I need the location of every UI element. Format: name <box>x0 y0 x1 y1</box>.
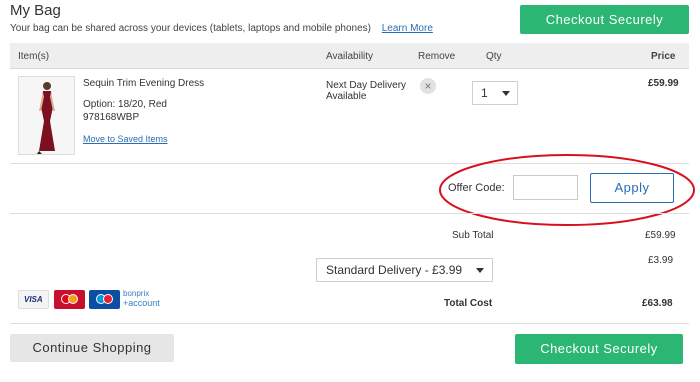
checkout-button-top[interactable]: Checkout Securely <box>520 5 689 34</box>
divider <box>10 323 689 324</box>
move-to-saved-link[interactable]: Move to Saved Items <box>83 134 168 144</box>
divider <box>10 163 689 164</box>
maestro-card-icon <box>89 290 120 309</box>
visa-label: VISA <box>24 295 43 304</box>
divider <box>10 213 689 214</box>
bonprix-account-logo: bonprix +account <box>123 289 173 309</box>
header-availability: Availability <box>326 51 374 62</box>
delivery-cost: £3.99 <box>648 255 674 266</box>
availability-line1: Next Day Delivery <box>326 80 407 91</box>
delivery-option-value: Standard Delivery - £3.99 <box>326 263 463 277</box>
header-qty: Qty <box>486 51 502 62</box>
checkout-button-bottom[interactable]: Checkout Securely <box>515 334 683 364</box>
chevron-down-icon <box>502 91 510 96</box>
remove-item-button[interactable]: × <box>420 78 436 94</box>
total-cost-value: £63.98 <box>642 298 673 309</box>
page-title: My Bag <box>10 2 61 19</box>
subtotal-label: Sub Total <box>452 230 494 241</box>
quantity-value: 1 <box>481 86 488 100</box>
subtotal-value: £59.99 <box>645 230 676 241</box>
header-items: Item(s) <box>18 51 50 62</box>
mastercard-circle-yellow <box>68 294 78 304</box>
mastercard-icon <box>54 290 85 309</box>
bonprix-logo-bottom: +account <box>123 298 160 308</box>
learn-more-link[interactable]: Learn More <box>382 23 433 34</box>
product-option: Option: 18/20, Red <box>83 99 167 110</box>
product-name[interactable]: Sequin Trim Evening Dress <box>83 78 204 89</box>
maestro-circle-red <box>103 294 113 304</box>
delivery-select[interactable]: Standard Delivery - £3.99 <box>316 258 493 282</box>
header-remove: Remove <box>418 51 456 62</box>
chevron-down-icon <box>476 268 484 273</box>
visa-card-icon: VISA <box>18 290 49 309</box>
apply-button[interactable]: Apply <box>590 173 674 203</box>
offer-code-label: Offer Code: <box>448 182 505 194</box>
bonprix-logo-top: bonprix <box>123 289 150 298</box>
offer-code-input[interactable] <box>513 175 578 200</box>
product-image[interactable] <box>18 76 75 155</box>
quantity-select[interactable]: 1 <box>472 81 518 105</box>
page-subtitle: Your bag can be shared across your devic… <box>10 23 433 34</box>
availability-line2: Available <box>326 91 367 102</box>
header-price: Price <box>651 51 676 62</box>
table-header: Item(s) Availability Remove Qty Price <box>10 43 689 69</box>
total-cost-label: Total Cost <box>444 298 493 309</box>
close-icon: × <box>424 79 432 93</box>
subtitle-text: Your bag can be shared across your devic… <box>10 23 371 34</box>
product-sku: 978168WBP <box>83 112 140 123</box>
item-price: £59.99 <box>648 78 679 89</box>
continue-shopping-button[interactable]: Continue Shopping <box>10 334 174 362</box>
